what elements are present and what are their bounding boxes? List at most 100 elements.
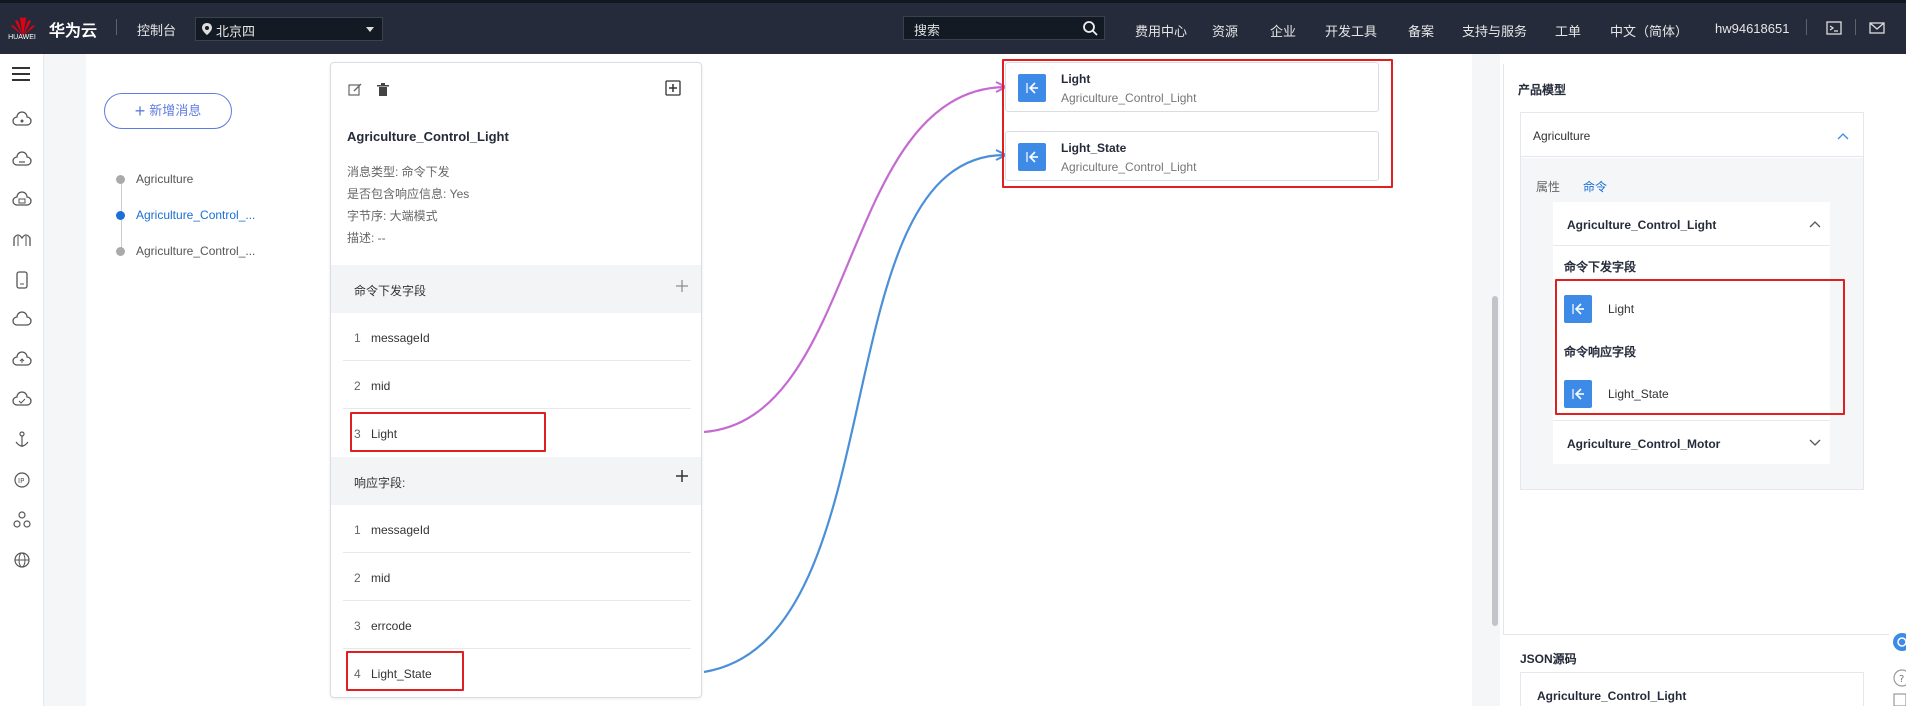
model-name: Agriculture <box>1533 129 1591 143</box>
model-accordion-header[interactable]: Agriculture <box>1521 113 1863 157</box>
highlight-box <box>350 412 546 452</box>
cloud-server-icon[interactable] <box>12 110 32 130</box>
json-source-content: Agriculture_Control_Light <box>1537 689 1687 703</box>
add-command-field-icon[interactable] <box>675 279 689 293</box>
message-detail-card: Agriculture_Control_Light 消息类型: 命令下发 是否包… <box>330 62 702 698</box>
add-response-field-icon[interactable] <box>675 469 689 483</box>
search-input[interactable]: 搜索 <box>903 16 1105 40</box>
region-label: 北京四 <box>216 24 256 39</box>
device-icon[interactable] <box>12 270 32 290</box>
command-header-motor[interactable]: Agriculture_Control_Motor <box>1553 420 1830 464</box>
field-index: 1 <box>354 523 361 537</box>
region-selector[interactable]: 北京四 <box>195 17 383 41</box>
command-name: Agriculture_Control_Motor <box>1567 437 1721 451</box>
field-name: messageId <box>371 523 430 537</box>
console-link[interactable]: 控制台 <box>137 20 176 39</box>
tree-item-control-light[interactable]: Agriculture_Control_... <box>116 208 255 222</box>
tree-dot <box>116 175 125 184</box>
cloud-upload-icon[interactable] <box>12 350 32 370</box>
highlight-box <box>1002 59 1393 188</box>
chevron-up-icon <box>1809 221 1821 228</box>
response-fields-label: 响应字段: <box>354 476 406 490</box>
service-rail: IP <box>0 54 44 706</box>
response-field-row[interactable]: 3 errcode <box>343 601 691 649</box>
cloud-icon[interactable] <box>12 150 32 170</box>
divider <box>116 19 117 35</box>
tree-dot <box>116 247 125 256</box>
add-message-button[interactable]: + 新增消息 <box>104 93 232 129</box>
tree-dot <box>116 211 125 220</box>
field-name: errcode <box>371 619 412 633</box>
edit-icon[interactable] <box>347 82 363 98</box>
globe-icon[interactable] <box>12 550 32 570</box>
tab-properties[interactable]: 属性 <box>1536 178 1560 195</box>
message-byte-order: 字节序: 大端模式 <box>347 209 438 223</box>
plus-icon: + <box>134 101 146 121</box>
message-description: 描述: -- <box>347 231 386 245</box>
response-field-row[interactable]: 2 mid <box>343 553 691 601</box>
nav-dev-tools[interactable]: 开发工具 <box>1325 21 1377 40</box>
brand-name[interactable]: 华为云 <box>49 17 97 41</box>
support-icon[interactable] <box>1888 632 1906 652</box>
tab-commands[interactable]: 命令 <box>1583 178 1607 195</box>
scrollbar[interactable] <box>1492 296 1498 626</box>
field-name: messageId <box>371 331 430 345</box>
divider <box>1806 19 1807 35</box>
command-header[interactable]: Agriculture_Control_Light <box>1553 202 1830 246</box>
user-account[interactable]: hw94618651 <box>1715 21 1789 36</box>
command-field-row[interactable]: 1 messageId <box>343 313 691 361</box>
response-field-row[interactable]: 1 messageId <box>343 505 691 553</box>
json-source-box: Agriculture_Control_Light <box>1520 672 1864 706</box>
nav-filing[interactable]: 备案 <box>1408 21 1434 40</box>
top-navigation-bar: HUAWEI 华为云 控制台 北京四 搜索 费用中心 资源 企业 开发工具 备案… <box>0 0 1906 54</box>
cloud-outline-icon[interactable] <box>12 310 32 330</box>
chevron-down-icon <box>1809 439 1821 446</box>
huawei-logo-text: HUAWEI <box>8 34 36 41</box>
nav-enterprise[interactable]: 企业 <box>1270 21 1296 40</box>
search-icon[interactable] <box>1082 20 1098 36</box>
message-response-info: 是否包含响应信息: Yes <box>347 187 470 201</box>
command-name: Agriculture_Control_Light <box>1567 218 1717 232</box>
anchor-icon[interactable] <box>12 430 32 450</box>
chevron-up-icon <box>1837 133 1849 140</box>
json-source-title: JSON源码 <box>1520 652 1577 666</box>
message-type: 消息类型: 命令下发 <box>347 165 450 179</box>
nav-resources[interactable]: 资源 <box>1212 21 1238 40</box>
response-fields-header: 响应字段: <box>331 457 701 505</box>
delete-icon[interactable] <box>375 82 391 98</box>
tree-item-label: Agriculture <box>136 172 194 186</box>
nav-support[interactable]: 支持与服务 <box>1462 21 1527 40</box>
highlight-box <box>346 651 464 691</box>
add-field-icon[interactable] <box>665 80 681 96</box>
field-index: 1 <box>354 331 361 345</box>
database-cloud-icon[interactable] <box>12 190 32 210</box>
help-icon[interactable]: ? <box>1888 668 1906 688</box>
chevron-down-icon <box>366 27 374 32</box>
message-title: Agriculture_Control_Light <box>347 129 509 144</box>
bridge-icon[interactable] <box>12 230 32 250</box>
command-fields-label: 命令下发字段 <box>354 284 427 298</box>
field-index: 3 <box>354 619 361 633</box>
menu-icon[interactable] <box>11 66 31 82</box>
tree-item-agriculture[interactable]: Agriculture <box>116 172 193 186</box>
add-message-label: 新增消息 <box>149 103 202 118</box>
svg-text:?: ? <box>1899 674 1904 685</box>
field-index: 2 <box>354 379 361 393</box>
highlight-box <box>1555 279 1845 415</box>
command-field-row[interactable]: 2 mid <box>343 361 691 409</box>
ip-icon[interactable]: IP <box>12 470 32 490</box>
field-name: mid <box>371 379 391 393</box>
nav-tickets[interactable]: 工单 <box>1555 21 1581 40</box>
cluster-icon[interactable] <box>12 510 32 530</box>
nav-billing[interactable]: 费用中心 <box>1135 21 1187 40</box>
feedback-icon[interactable] <box>1888 690 1906 706</box>
nav-language[interactable]: 中文（简体） <box>1610 21 1688 40</box>
mail-icon[interactable] <box>1869 20 1885 36</box>
tree-item-control-motor[interactable]: Agriculture_Control_... <box>116 244 255 258</box>
command-fields-label: 命令下发字段 <box>1564 260 1637 274</box>
location-pin-icon <box>202 23 212 35</box>
terminal-icon[interactable] <box>1826 20 1842 36</box>
product-model-title: 产品模型 <box>1518 83 1567 97</box>
search-placeholder: 搜索 <box>914 23 941 38</box>
cloud-check-icon[interactable] <box>12 390 32 410</box>
